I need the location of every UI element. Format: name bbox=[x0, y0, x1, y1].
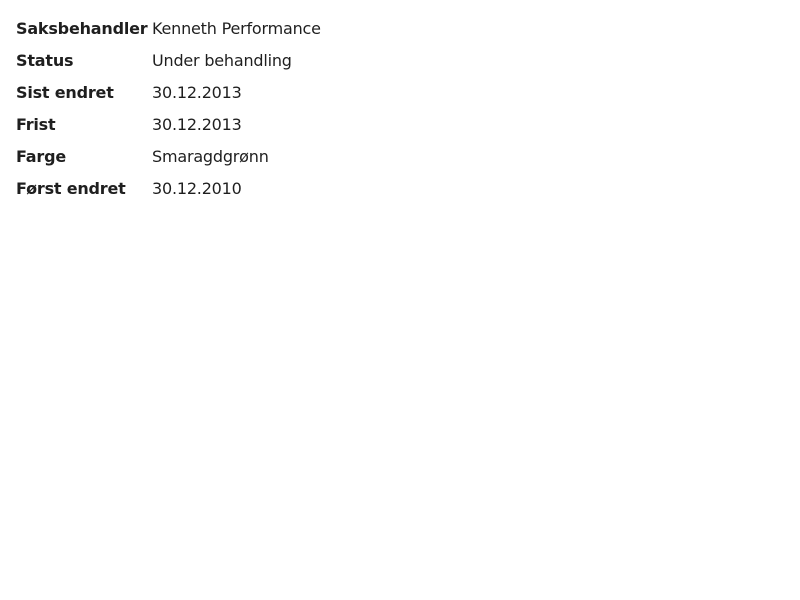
detail-value-first-modified: 30.12.2010 bbox=[152, 178, 242, 198]
detail-value-color: Smaragdgrønn bbox=[152, 146, 269, 166]
detail-label-last-modified: Sist endret bbox=[16, 82, 114, 102]
detail-row-case-handler: Saksbehandler Kenneth Performance bbox=[16, 16, 321, 40]
detail-value-case-handler: Kenneth Performance bbox=[152, 18, 321, 38]
detail-label-status: Status bbox=[16, 50, 74, 70]
detail-value-status: Under behandling bbox=[152, 50, 292, 70]
detail-row-deadline: Frist 30.12.2013 bbox=[16, 112, 321, 136]
detail-row-first-modified: Først endret 30.12.2010 bbox=[16, 176, 321, 200]
detail-value-last-modified: 30.12.2013 bbox=[152, 82, 242, 102]
detail-label-first-modified: Først endret bbox=[16, 178, 126, 198]
detail-label-color: Farge bbox=[16, 146, 66, 166]
detail-row-color: Farge Smaragdgrønn bbox=[16, 144, 321, 168]
detail-label-deadline: Frist bbox=[16, 114, 56, 134]
detail-row-status: Status Under behandling bbox=[16, 48, 321, 72]
detail-value-deadline: 30.12.2013 bbox=[152, 114, 242, 134]
details-list: Saksbehandler Kenneth Performance Status… bbox=[16, 16, 321, 208]
detail-row-last-modified: Sist endret 30.12.2013 bbox=[16, 80, 321, 104]
detail-label-case-handler: Saksbehandler bbox=[16, 18, 148, 38]
